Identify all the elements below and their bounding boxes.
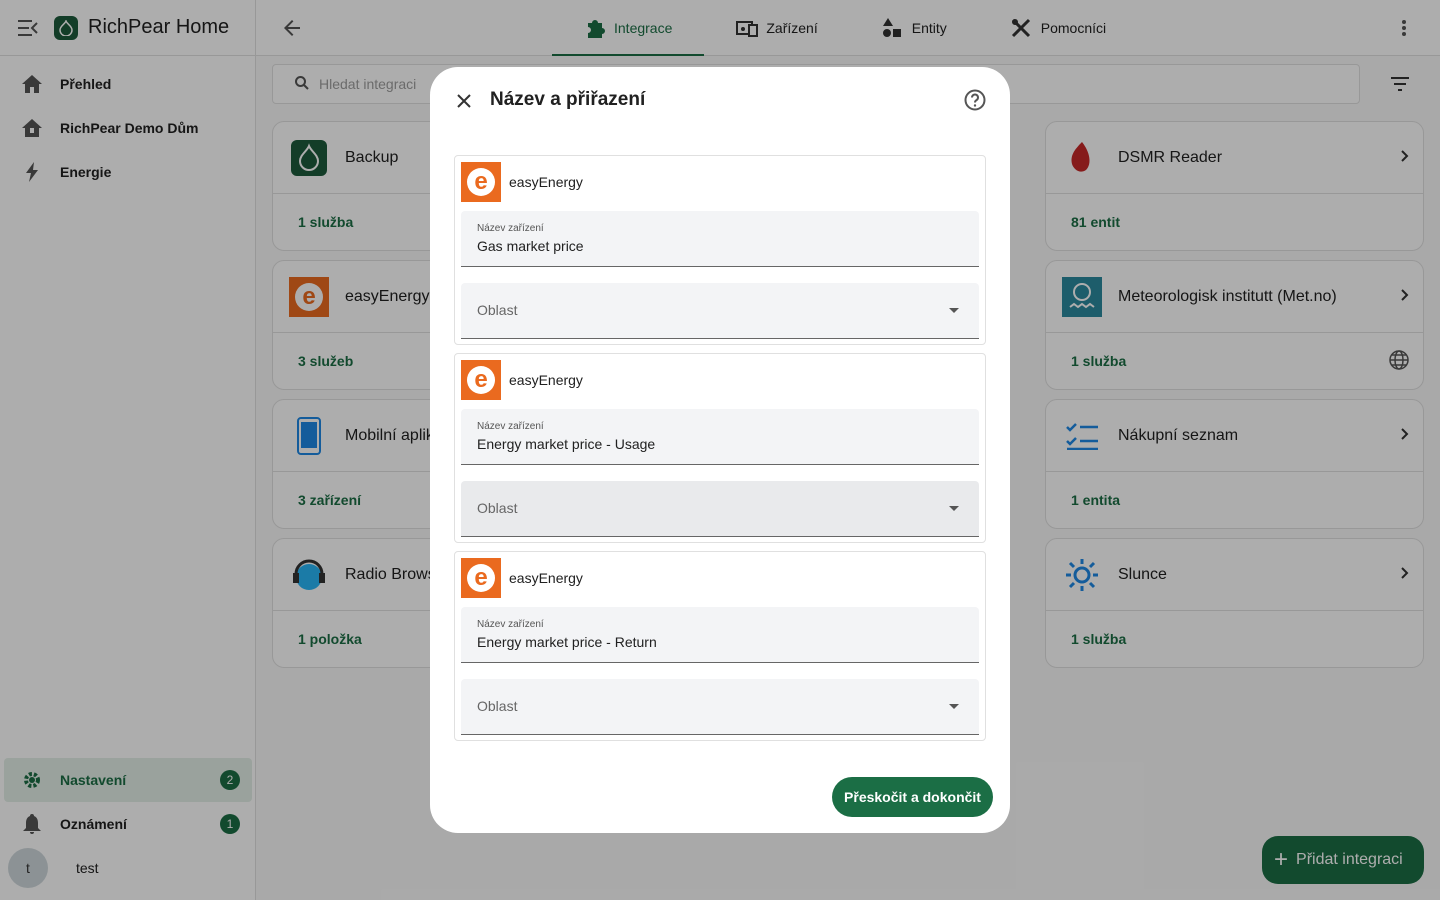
field-value: Energy market price - Return [477, 634, 657, 650]
field-label: Název zařízení [477, 421, 544, 432]
device-name-field[interactable]: Název zařízení Energy market price - Usag… [461, 409, 979, 465]
easyenergy-logo-icon: e [461, 558, 501, 598]
device-name-field[interactable]: Název zařízení Gas market price [461, 211, 979, 267]
logo-letter: e [467, 366, 495, 394]
area-select[interactable]: Oblast [461, 283, 979, 339]
dropdown-arrow-icon [949, 308, 959, 313]
device-brand: easyEnergy [509, 174, 583, 190]
field-value: Energy market price - Usage [477, 436, 656, 452]
easyenergy-logo-icon: e [461, 360, 501, 400]
name-and-area-dialog: Název a přiřazení e easyEnergy Název zaří… [430, 67, 1010, 833]
logo-letter: e [467, 168, 495, 196]
logo-letter: e [467, 564, 495, 592]
close-icon[interactable] [452, 89, 476, 113]
help-icon[interactable] [964, 89, 988, 113]
dropdown-arrow-icon [949, 704, 959, 709]
device-entry: e easyEnergy Název zařízení Energy market … [454, 353, 986, 543]
field-label: Název zařízení [477, 619, 544, 630]
device-entry: e easyEnergy Název zařízení Gas market pri… [454, 155, 986, 345]
app: RichPear Home Přehled RichPear Demo Dům … [0, 0, 1440, 900]
select-label: Oblast [477, 698, 518, 714]
device-brand: easyEnergy [509, 372, 583, 388]
skip-and-finish-button[interactable]: Přeskočit a dokončit [832, 777, 993, 817]
device-name-field[interactable]: Název zařízení Energy market price - Retu… [461, 607, 979, 663]
easyenergy-logo-icon: e [461, 162, 501, 202]
select-label: Oblast [477, 302, 518, 318]
select-label: Oblast [477, 500, 518, 516]
field-value: Gas market price [477, 238, 584, 254]
area-select[interactable]: Oblast [461, 481, 979, 537]
area-select[interactable]: Oblast [461, 679, 979, 735]
device-brand: easyEnergy [509, 570, 583, 586]
field-label: Název zařízení [477, 223, 544, 234]
device-entry: e easyEnergy Název zařízení Energy market … [454, 551, 986, 741]
dialog-title: Název a přiřazení [490, 89, 646, 110]
dropdown-arrow-icon [949, 506, 959, 511]
